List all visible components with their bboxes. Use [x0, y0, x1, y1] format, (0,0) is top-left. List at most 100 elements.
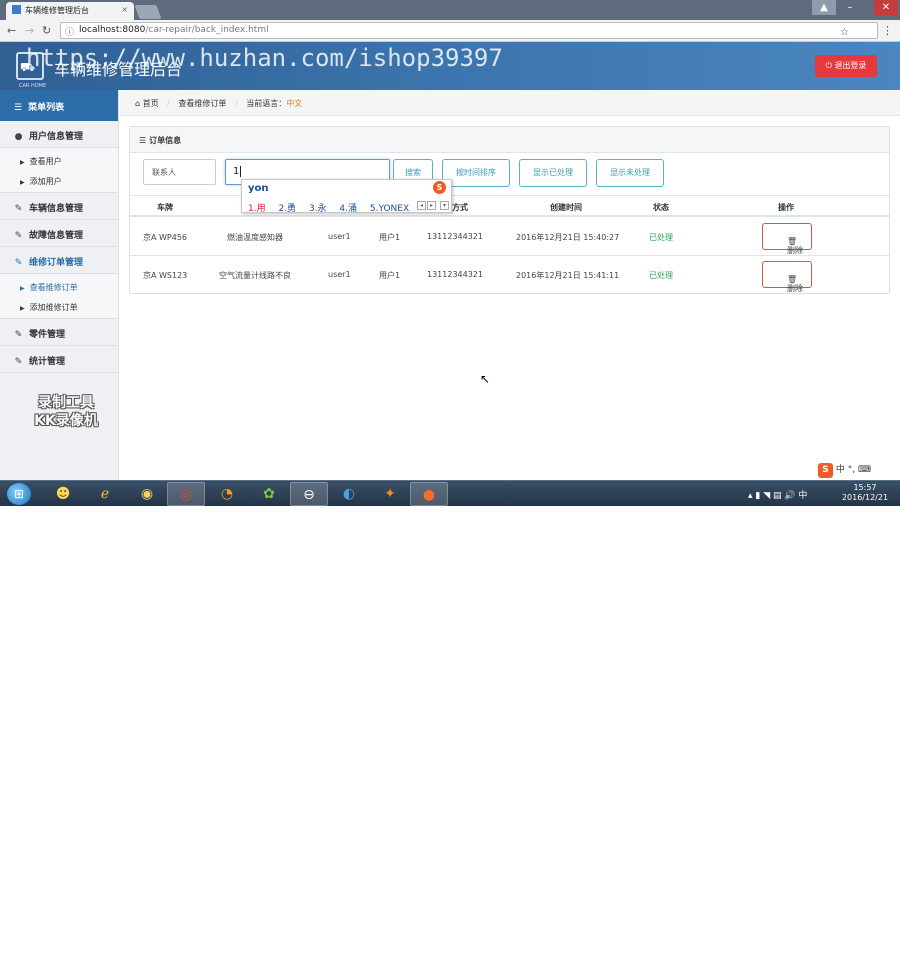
tray-language[interactable]: 中 — [798, 491, 807, 501]
sidebar-item-stats[interactable]: ✎ 统计管理 — [0, 346, 118, 373]
ie-icon[interactable]: ℯ — [86, 482, 124, 506]
caret-right-icon: ▶ — [20, 285, 25, 292]
browser-app-icon[interactable]: ◐ — [330, 482, 368, 506]
close-window-icon[interactable]: ✕ — [874, 0, 898, 15]
ime-next-icon[interactable]: ▸ — [427, 201, 436, 210]
qq-icon[interactable]: ☻ — [44, 482, 82, 506]
order-submenu: ▶ 查看维修订单 ▶ 添加维修订单 — [0, 274, 118, 319]
cell-plate: 京A WP456 — [143, 233, 188, 242]
url-watermark: https://www.huzhan.com/ishop39397 — [26, 44, 503, 72]
cell-phone: 13112344321 — [427, 270, 483, 279]
show-processed-button[interactable]: 显示已处理 — [519, 159, 587, 187]
favicon-icon — [12, 5, 21, 14]
sort-by-time-button[interactable]: 按时间排序 — [442, 159, 510, 187]
url-field[interactable]: ⓘ localhost:8080/car-repair/back_index.h… — [60, 22, 878, 39]
address-bar-row: ← → ↻ ⓘ localhost:8080/car-repair/back_i… — [0, 20, 900, 42]
eclipse-icon[interactable]: ⊖ — [290, 482, 328, 506]
cell-created: 2016年12月21日 15:41:11 — [516, 271, 620, 280]
logout-label: 退出登录 — [834, 61, 867, 70]
search-value: 1 — [233, 166, 240, 177]
start-button-icon[interactable]: ⊞ — [7, 483, 31, 505]
language-value: 中文 — [286, 99, 303, 108]
ime-candidate[interactable]: 5.YONEX — [370, 204, 409, 214]
cell-user: user1 — [328, 270, 351, 279]
list-icon: ☰ — [139, 136, 147, 145]
forward-icon[interactable]: → — [25, 24, 34, 37]
chrome-icon[interactable]: ◎ — [167, 482, 205, 506]
wifi-app-icon[interactable]: ◔ — [208, 482, 246, 506]
keyboard-icon: ⌨ — [857, 465, 871, 475]
delete-button[interactable]: 🗑 删除 — [762, 261, 812, 293]
app-icon[interactable]: ◉ — [128, 482, 166, 506]
ime-prev-icon[interactable]: ◂ — [417, 201, 426, 210]
browser-tab[interactable]: 车辆维修管理后台 × — [6, 2, 134, 20]
ime-page-nav: ◂ ▸ ▾ — [416, 201, 449, 210]
browser-menu-icon[interactable]: ⋮ — [882, 24, 893, 37]
submenu-view-users[interactable]: ▶ 查看用户 — [0, 150, 118, 170]
cell-phone: 13112344321 — [427, 232, 483, 241]
submenu-label: 添加维修订单 — [29, 303, 78, 312]
recorder-watermark: 录制工具 KK录像机 — [20, 394, 112, 430]
show-unprocessed-button[interactable]: 显示未处理 — [596, 159, 664, 187]
submenu-add-user[interactable]: ▶ 添加用户 — [0, 170, 118, 190]
overlay-watermark: Antoon Gorlin — [745, 964, 814, 975]
delete-button[interactable]: 🗑 删除 — [762, 223, 812, 255]
thunderbird-icon[interactable]: ✦ — [371, 482, 409, 506]
watermark-line: KK录像机 — [34, 413, 98, 429]
sidebar-item-label: 零件管理 — [29, 330, 66, 340]
list-icon: ☰ — [14, 103, 23, 113]
watermark-line: 录制工具 — [38, 395, 94, 411]
reload-icon[interactable]: ↻ — [42, 24, 51, 37]
new-tab-button[interactable] — [134, 5, 162, 19]
sidebar-item-fault[interactable]: ✎ 故障信息管理 — [0, 220, 118, 247]
language-label: 当前语言： — [246, 99, 287, 108]
submenu-label: 查看维修订单 — [29, 283, 78, 292]
edit-icon: ✎ — [14, 231, 23, 241]
bookmark-star-icon[interactable]: ☆ — [840, 27, 849, 38]
sidebar-item-parts[interactable]: ✎ 零件管理 — [0, 319, 118, 346]
ime-candidates: 1.用 2.勇 3.永 4.涌 5.YONEX — [248, 201, 419, 214]
column-header: 创建时间 — [550, 203, 582, 212]
mouse-cursor-icon: ↖ — [480, 372, 491, 386]
sidebar-item-user-info[interactable]: ● 用户信息管理 — [0, 121, 118, 148]
ime-candidate[interactable]: 3.永 — [309, 204, 327, 214]
caret-right-icon: ▶ — [20, 179, 25, 186]
ime-candidate[interactable]: 2.勇 — [278, 204, 296, 214]
user-submenu: ▶ 查看用户 ▶ 添加用户 — [0, 148, 118, 193]
user-icon: ● — [14, 132, 23, 142]
breadcrumb-home[interactable]: 首页 — [143, 99, 159, 108]
filter-field-select[interactable]: 联系人 — [143, 159, 216, 185]
sidebar-item-vehicle[interactable]: ✎ 车辆信息管理 — [0, 193, 118, 220]
user-icon[interactable]: ▲ — [812, 0, 836, 15]
column-header: 状态 — [653, 203, 669, 212]
system-tray[interactable]: ▴ ▮ ◥ ▤ 🔊 中 — [748, 488, 807, 501]
column-header: 操作 — [778, 203, 794, 212]
table-row: 京A WS123 空气流量计线路不良 user1 用户1 13112344321… — [130, 256, 889, 294]
ime-status-bar[interactable]: S 中 °, ⌨ — [818, 462, 884, 480]
submenu-add-order[interactable]: ▶ 添加维修订单 — [0, 296, 118, 316]
breadcrumb-current-page[interactable]: 查看维修订单 — [178, 99, 226, 108]
tab-close-icon[interactable]: × — [121, 5, 128, 14]
url-path: /car-repair/back_index.html — [145, 25, 269, 35]
recorder-app-icon[interactable]: ● — [410, 482, 448, 506]
logout-button[interactable]: ⏻ 退出登录 — [815, 55, 877, 77]
submenu-view-orders[interactable]: ▶ 查看维修订单 — [0, 276, 118, 296]
clock[interactable]: 15:57 2016/12/21 — [840, 483, 890, 503]
clock-date: 2016/12/21 — [841, 493, 889, 502]
leaf-app-icon[interactable]: ✿ — [250, 482, 288, 506]
back-icon[interactable]: ← — [7, 24, 16, 37]
sidebar-item-label: 统计管理 — [29, 357, 66, 367]
sidebar-item-repair-orders[interactable]: ✎ 维修订单管理 — [0, 247, 118, 274]
ime-candidate[interactable]: 1.用 — [248, 204, 266, 214]
table-row: 京A WP456 燃油温度感知器 user1 用户1 13112344321 2… — [130, 218, 889, 256]
ime-expand-icon[interactable]: ▾ — [440, 201, 449, 210]
taskbar: ⊞ ☻ ℯ ◉ ◎ ◔ ✿ ⊖ ◐ ✦ ● Antoon Gorlin ▴ ▮ … — [0, 480, 900, 975]
caret-right-icon: ▶ — [20, 159, 25, 166]
cell-contact: 用户1 — [379, 233, 401, 242]
minimize-icon[interactable]: – — [838, 0, 862, 15]
ime-candidate[interactable]: 4.涌 — [339, 204, 357, 214]
submenu-label: 查看用户 — [29, 157, 62, 166]
edit-icon: ✎ — [14, 357, 23, 367]
column-header: 车牌 — [157, 203, 173, 212]
sogou-logo-icon: S — [818, 463, 833, 478]
